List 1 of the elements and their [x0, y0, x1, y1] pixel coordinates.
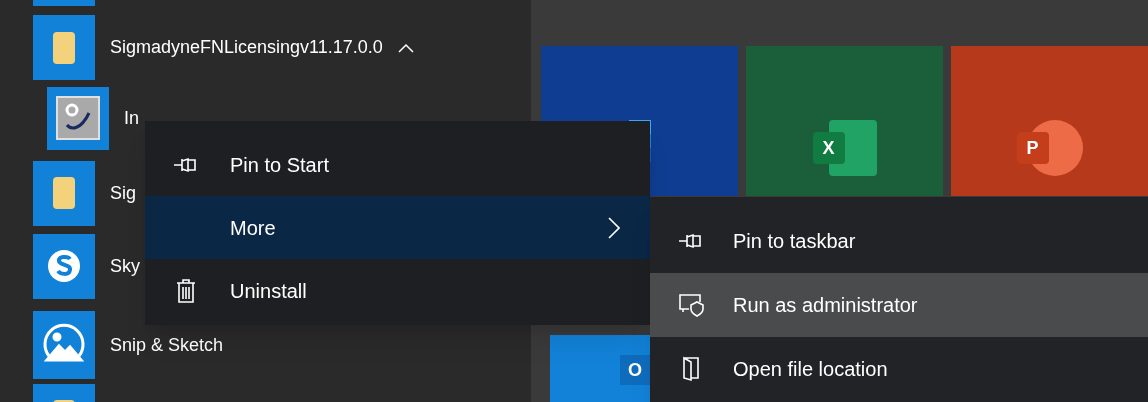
mail-logo-icon: O [620, 355, 650, 385]
